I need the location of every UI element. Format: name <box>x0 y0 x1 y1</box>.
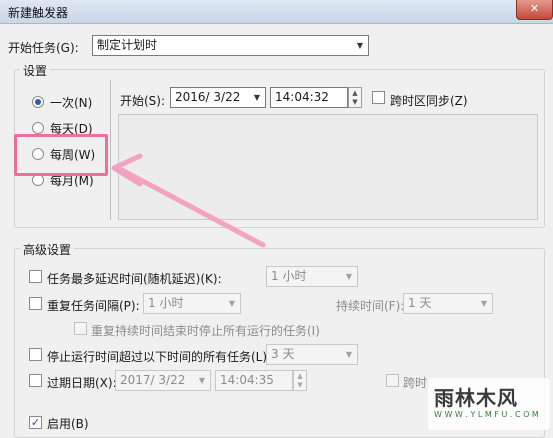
chevron-down-icon: ▼ <box>345 272 353 281</box>
duration-value: 1 天 <box>408 296 432 310</box>
expire-date-value: 2017/ 3/22 <box>120 373 186 387</box>
spin-up-icon: ▲ <box>297 372 303 380</box>
delay-value: 1 小时 <box>271 269 307 283</box>
highlight-box <box>14 134 108 176</box>
settings-group-label: 设置 <box>20 62 51 79</box>
expire-date-picker[interactable]: 2017/ 3/22 ▼ <box>115 370 211 391</box>
stop-if-longer-label[interactable]: 停止运行时间超过以下时间的所有任务(L): <box>47 348 271 365</box>
chevron-down-icon: ▼ <box>356 41 364 50</box>
advanced-group-label: 高级设置 <box>20 241 75 258</box>
title-bar: 新建触发器 <box>0 0 553 24</box>
window-title: 新建触发器 <box>8 6 69 20</box>
start-task-select[interactable]: 制定计划时 ▼ <box>92 35 369 56</box>
enabled-label[interactable]: 启用(B) <box>47 415 89 432</box>
start-time-spinner[interactable]: ▲ ▼ <box>348 87 362 108</box>
repeat-select[interactable]: 1 小时 ▼ <box>143 293 241 314</box>
pointer-arrow-icon <box>111 153 266 248</box>
watermark-logo: 雨林木风 W W W . Y L M F U . C O M <box>428 378 550 430</box>
enabled-checkbox[interactable]: ✓ <box>29 416 42 429</box>
expire-checkbox[interactable] <box>29 374 42 387</box>
stop-if-longer-select[interactable]: 3 天 ▼ <box>266 344 358 365</box>
chevron-down-icon: ▼ <box>345 350 353 359</box>
sync-timezone-checkbox[interactable] <box>372 91 385 104</box>
duration-select[interactable]: 1 天 ▼ <box>403 293 493 314</box>
start-time-value: 14:04:32 <box>275 90 329 104</box>
expire-time-value: 14:04:35 <box>220 373 274 387</box>
repeat-value: 1 小时 <box>148 296 184 310</box>
watermark-brand: 雨林木风 <box>434 386 518 410</box>
radio-once-label[interactable]: 一次(N) <box>50 94 92 111</box>
stop-if-longer-value: 3 天 <box>271 347 295 361</box>
repeat-checkbox[interactable] <box>29 297 42 310</box>
start-task-label: 开始任务(G): <box>8 41 79 55</box>
duration-label: 持续时间(F): <box>336 299 405 313</box>
repeat-label[interactable]: 重复任务间隔(P): <box>47 297 140 314</box>
close-button[interactable]: ✕ <box>516 0 553 20</box>
stop-running-label: 重复持续时间结束时停止所有运行的任务(I) <box>91 324 320 338</box>
start-label: 开始(S): <box>120 94 166 108</box>
expire-sync-checkbox[interactable] <box>386 374 399 387</box>
spin-down-icon: ▼ <box>352 98 358 106</box>
radio-once[interactable] <box>32 96 44 108</box>
start-date-value: 2016/ 3/22 <box>175 90 241 104</box>
sync-timezone-label[interactable]: 跨时区同步(Z) <box>390 92 468 109</box>
watermark-url: W W W . Y L M F U . C O M <box>434 410 539 419</box>
delay-checkbox[interactable] <box>29 270 42 283</box>
spin-down-icon: ▼ <box>297 381 303 389</box>
chevron-down-icon: ▼ <box>253 93 261 102</box>
start-date-picker[interactable]: 2016/ 3/22 ▼ <box>170 87 266 108</box>
chevron-down-icon: ▼ <box>198 376 206 385</box>
radio-daily[interactable] <box>32 122 44 134</box>
chevron-down-icon: ▼ <box>480 299 488 308</box>
expire-time-field[interactable]: 14:04:35 <box>215 370 293 391</box>
stop-running-checkbox[interactable] <box>74 322 87 335</box>
chevron-down-icon: ▼ <box>228 299 236 308</box>
expire-sync-label: 跨时 <box>403 376 428 390</box>
spin-up-icon: ▲ <box>352 89 358 97</box>
start-task-value: 制定计划时 <box>97 38 158 52</box>
delay-label[interactable]: 任务最多延迟时间(随机延迟)(K): <box>47 270 222 287</box>
stop-if-longer-checkbox[interactable] <box>29 348 42 361</box>
delay-select[interactable]: 1 小时 ▼ <box>266 266 358 287</box>
start-time-field[interactable]: 14:04:32 <box>270 87 348 108</box>
expire-time-spinner[interactable]: ▲ ▼ <box>293 370 307 391</box>
expire-label[interactable]: 过期日期(X): <box>47 374 117 391</box>
